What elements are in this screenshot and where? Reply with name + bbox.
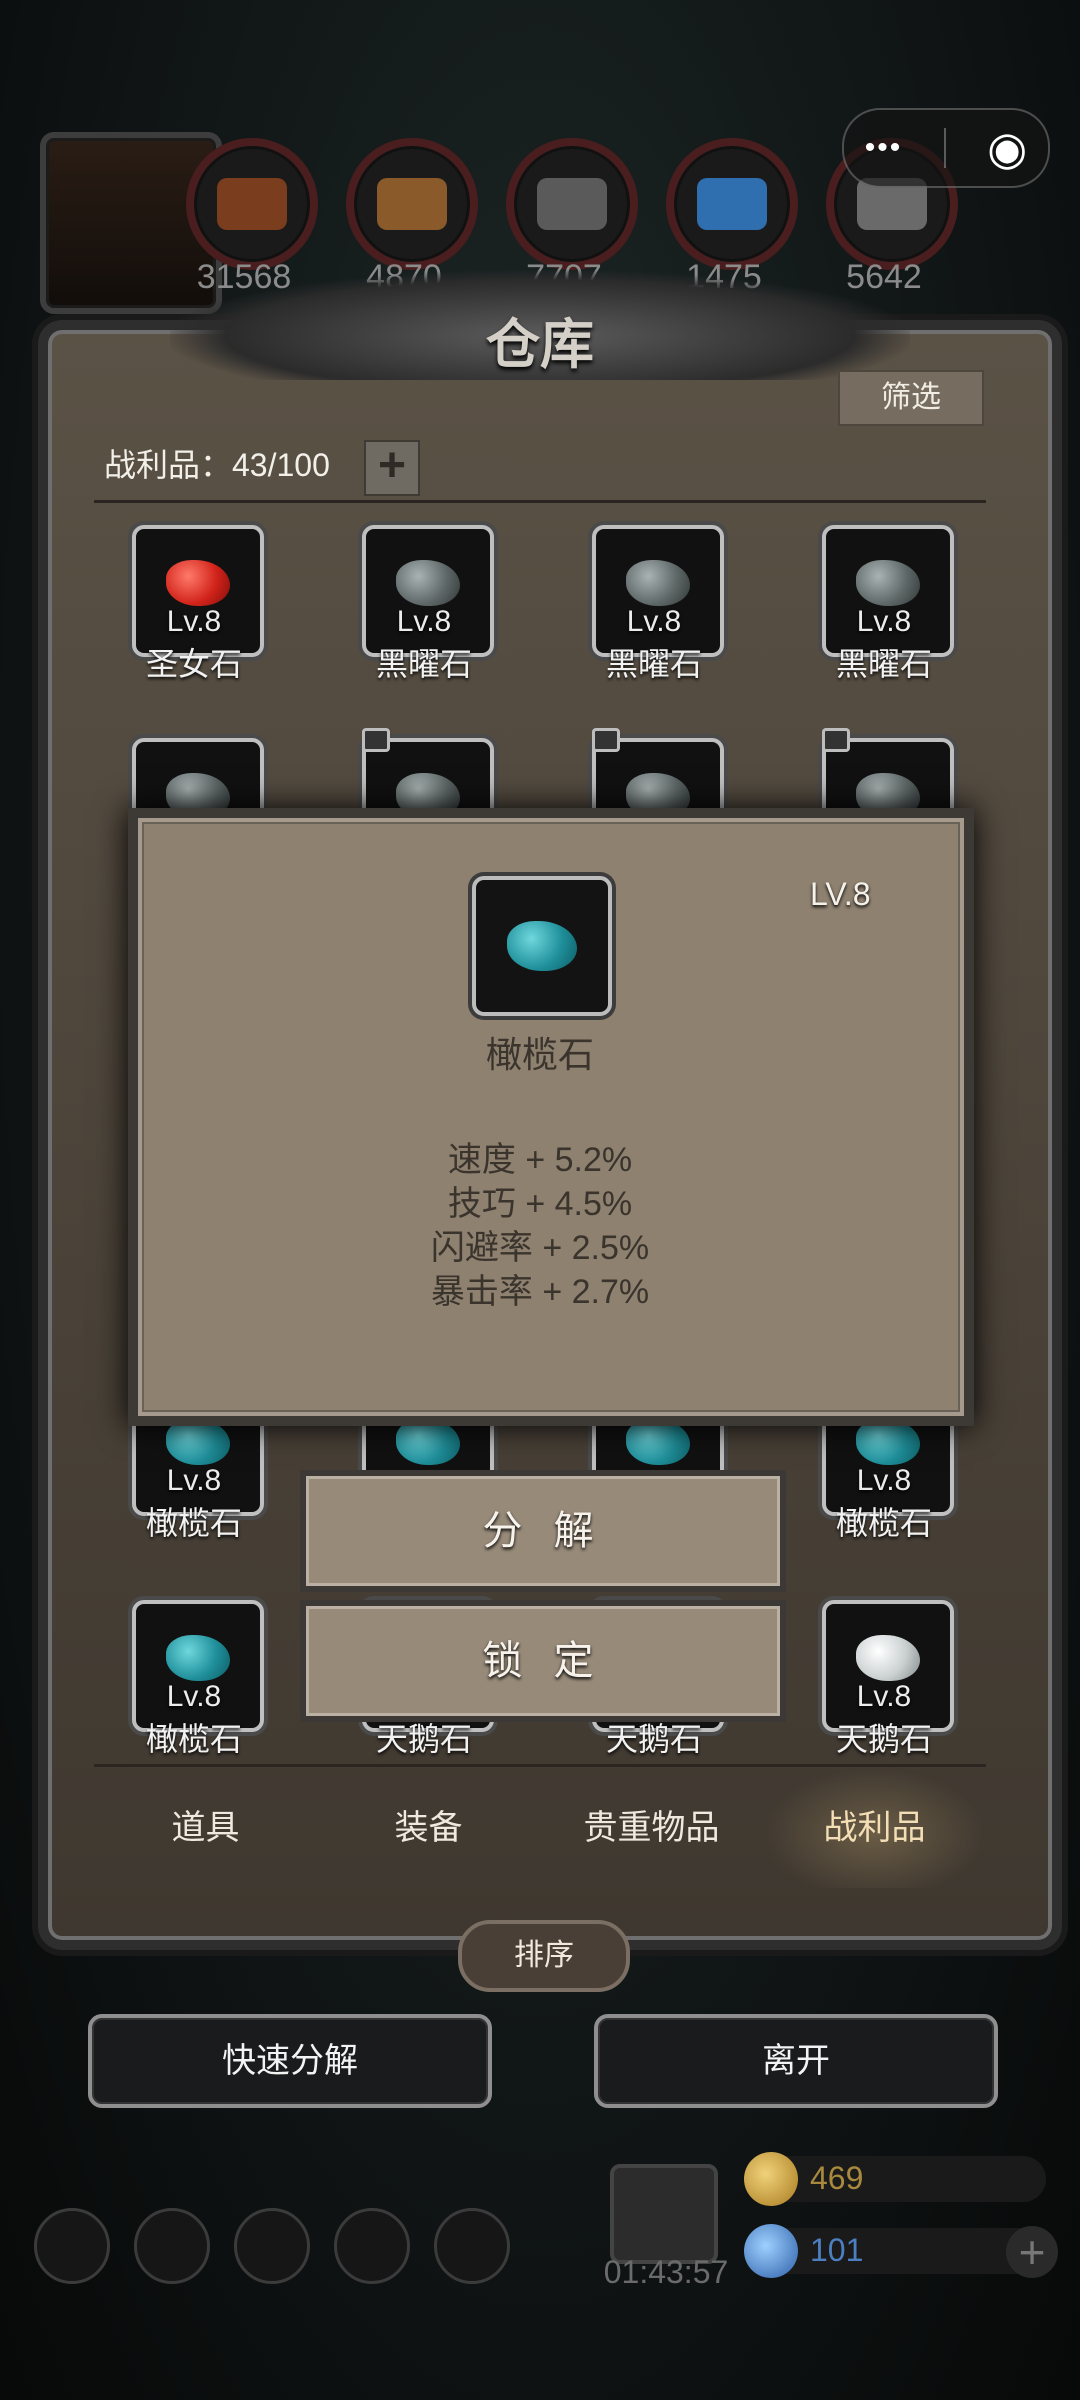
more-icon[interactable]: •••: [865, 131, 903, 165]
inventory-cell[interactable]: Lv.8 橄榄石: [94, 1600, 294, 1760]
stat-crit: 暴击率 + 2.7%: [430, 1273, 650, 1311]
resource-slot[interactable]: [506, 138, 638, 270]
tab-3[interactable]: 战利品: [763, 1768, 986, 1888]
shop-icon[interactable]: [434, 2208, 510, 2284]
resource-slot[interactable]: [346, 138, 478, 270]
item-level-label: Lv.8: [166, 1680, 222, 1713]
item-level-label: Lv.8: [856, 605, 912, 638]
gem-icon: [856, 1635, 920, 1681]
guild-icon[interactable]: [234, 2208, 310, 2284]
item-name-label: 黑曜石: [605, 646, 702, 682]
inventory-cell[interactable]: Lv.8 黑曜石: [784, 525, 984, 695]
lock-icon: [362, 728, 390, 752]
panel-title: 仓库: [486, 312, 594, 376]
capsule-divider: [943, 128, 946, 168]
item-detail-slot: [472, 876, 612, 1016]
lock-icon: [822, 728, 850, 752]
olivine-gem-icon: [507, 921, 577, 971]
loot-capacity-label: 战利品：43/100: [104, 447, 330, 483]
stat-dodge: 闪避率 + 2.5%: [430, 1229, 650, 1267]
inventory-cell[interactable]: Lv.8 天鹅石: [784, 1600, 984, 1760]
item-level-label: Lv.8: [856, 1464, 912, 1497]
tab-divider: [94, 1764, 986, 1767]
item-level-label: Lv.8: [166, 1464, 222, 1497]
inventory-cell[interactable]: Lv.8 黑曜石: [324, 525, 524, 695]
mail-icon[interactable]: [334, 2208, 410, 2284]
filter-button[interactable]: 筛选: [838, 370, 984, 426]
meat-icon: [217, 178, 287, 230]
game-screen: 315684870770714755642 ••• ◉ 仓库 筛选 战利品：43…: [0, 0, 1080, 2400]
item-name-label: 黑曜石: [375, 646, 472, 682]
gold-amount: 469: [810, 2160, 864, 2196]
decompose-button[interactable]: 分 解: [300, 1470, 786, 1592]
miniprogram-capsule: ••• ◉: [842, 108, 1050, 188]
leave-button[interactable]: 离开: [594, 2014, 998, 2108]
gem-icon: [626, 560, 690, 606]
gift-box-icon[interactable]: [610, 2164, 718, 2264]
add-currency-button[interactable]: +: [1006, 2226, 1058, 2278]
gift-timer: 01:43:57: [603, 2254, 729, 2290]
achievement-icon[interactable]: [134, 2208, 210, 2284]
lock-icon: [592, 728, 620, 752]
stat-speed: 速度 + 5.2%: [447, 1141, 633, 1179]
gem-icon: [396, 560, 460, 606]
stone-icon: [537, 178, 607, 230]
lock-button[interactable]: 锁 定: [300, 1600, 786, 1722]
sort-button[interactable]: 排序: [458, 1920, 630, 1992]
divider: [94, 500, 986, 503]
inventory-cell[interactable]: Lv.8 黑曜石: [554, 525, 754, 695]
gem-icon: [856, 560, 920, 606]
item-level-label: Lv.8: [856, 1680, 912, 1713]
item-name-label: 橄榄石: [835, 1505, 932, 1541]
item-level-label: Lv.8: [166, 605, 222, 638]
quick-decompose-button[interactable]: 快速分解: [88, 2014, 492, 2108]
resource-slot[interactable]: [666, 138, 798, 270]
category-tabs: 道具 装备 贵重物品 战利品: [94, 1768, 986, 1888]
item-name-label: 橄榄石: [145, 1721, 242, 1757]
resource-slot[interactable]: [186, 138, 318, 270]
gem-amount: 101: [810, 2232, 864, 2268]
gem-icon: [166, 560, 230, 606]
stat-skill: 技巧 + 4.5%: [447, 1185, 633, 1223]
item-name-label: 圣女石: [145, 646, 242, 682]
tab-0[interactable]: 道具: [94, 1768, 317, 1888]
crystal-icon: [697, 178, 767, 230]
item-name-label: 橄榄石: [145, 1505, 242, 1541]
item-level-label: Lv.8: [396, 605, 452, 638]
settings-icon[interactable]: [34, 2208, 110, 2284]
item-name-label: 黑曜石: [835, 646, 932, 682]
inventory-cell[interactable]: Lv.8 圣女石: [94, 525, 294, 695]
tab-2[interactable]: 贵重物品: [540, 1768, 763, 1888]
wood-icon: [377, 178, 447, 230]
item-level: LV.8: [810, 876, 871, 912]
expand-capacity-button[interactable]: +: [364, 440, 420, 496]
item-name-label: 天鹅石: [835, 1721, 932, 1757]
close-icon[interactable]: ◉: [987, 125, 1027, 171]
gem-icon: [166, 1635, 230, 1681]
item-name: 橄榄石: [485, 1034, 594, 1075]
tab-1[interactable]: 装备: [317, 1768, 540, 1888]
gold-coin-icon: [744, 2152, 798, 2206]
item-level-label: Lv.8: [626, 605, 682, 638]
gem-currency-icon: [744, 2224, 798, 2278]
